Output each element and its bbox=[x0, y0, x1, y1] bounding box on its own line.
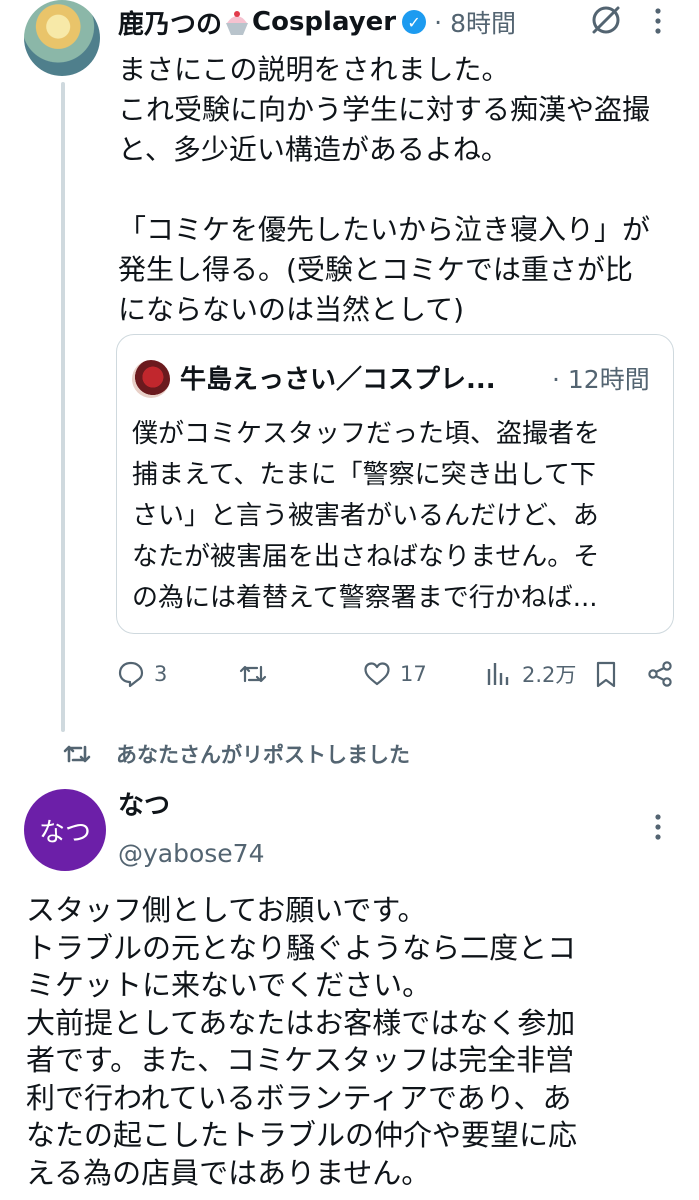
tweet-meta-dots: · bbox=[434, 7, 443, 37]
repost-indicator: あなたさんがリポストしました bbox=[62, 736, 410, 772]
author-display-name-suffix[interactable]: Cosplayer bbox=[252, 7, 396, 37]
more-icon[interactable] bbox=[651, 812, 665, 842]
quoted-author-name: 牛島えっさい／コスプレ... bbox=[180, 365, 496, 395]
reply-button[interactable]: 3 bbox=[116, 656, 167, 692]
quoted-tweet-text: 僕がコミケスタッフだった頃、盗撮者を 捕まえて、たまに「警察に突き出して下 さい… bbox=[132, 419, 601, 613]
retweet-icon bbox=[239, 665, 267, 683]
verified-badge-icon: ✓ bbox=[402, 10, 427, 34]
views-count: 2.2万 bbox=[522, 663, 577, 687]
quoted-tweet-time: · 12時間 bbox=[552, 365, 650, 394]
author-avatar[interactable]: なつ bbox=[24, 789, 106, 871]
author-display-name[interactable]: 鹿乃つの bbox=[118, 4, 222, 41]
bookmark-icon[interactable] bbox=[591, 659, 621, 689]
views-button[interactable]: 2.2万 bbox=[484, 656, 576, 692]
author-display-name[interactable]: なつ bbox=[118, 786, 170, 826]
like-icon bbox=[364, 662, 390, 686]
grok-icon[interactable] bbox=[588, 2, 624, 38]
reply-count: 3 bbox=[154, 662, 168, 686]
shaved-ice-emoji-icon bbox=[224, 7, 250, 37]
tweet-text: まさにこの説明をされました。 これ受験に向かう学生に対する痴漢や盗撮 と、多少近… bbox=[118, 53, 651, 326]
retweet-icon bbox=[63, 745, 91, 763]
views-icon bbox=[487, 663, 509, 685]
more-icon[interactable] bbox=[651, 6, 665, 36]
repost-label: あなたさんがリポストしました bbox=[116, 743, 410, 767]
tweet-time[interactable]: 8時間 bbox=[450, 4, 516, 40]
like-count: 17 bbox=[400, 662, 427, 686]
quoted-author-avatar bbox=[132, 360, 170, 398]
reply-icon bbox=[118, 661, 144, 688]
avatar-text: なつ bbox=[38, 817, 91, 848]
thread-connector-line bbox=[61, 82, 65, 732]
author-avatar[interactable] bbox=[24, 0, 100, 76]
retweet-button[interactable] bbox=[238, 656, 276, 692]
tweet-header: 鹿乃つの Cosplayer ✓ · 8時間 bbox=[118, 0, 516, 44]
like-button[interactable]: 17 bbox=[362, 656, 427, 692]
tweet-text: スタッフ側としてお願いです。 トラブルの元となり騒ぐようなら二度とコ ミケットに… bbox=[26, 893, 578, 1190]
share-icon[interactable] bbox=[645, 659, 675, 689]
author-handle[interactable]: @yabose74 bbox=[118, 834, 265, 874]
